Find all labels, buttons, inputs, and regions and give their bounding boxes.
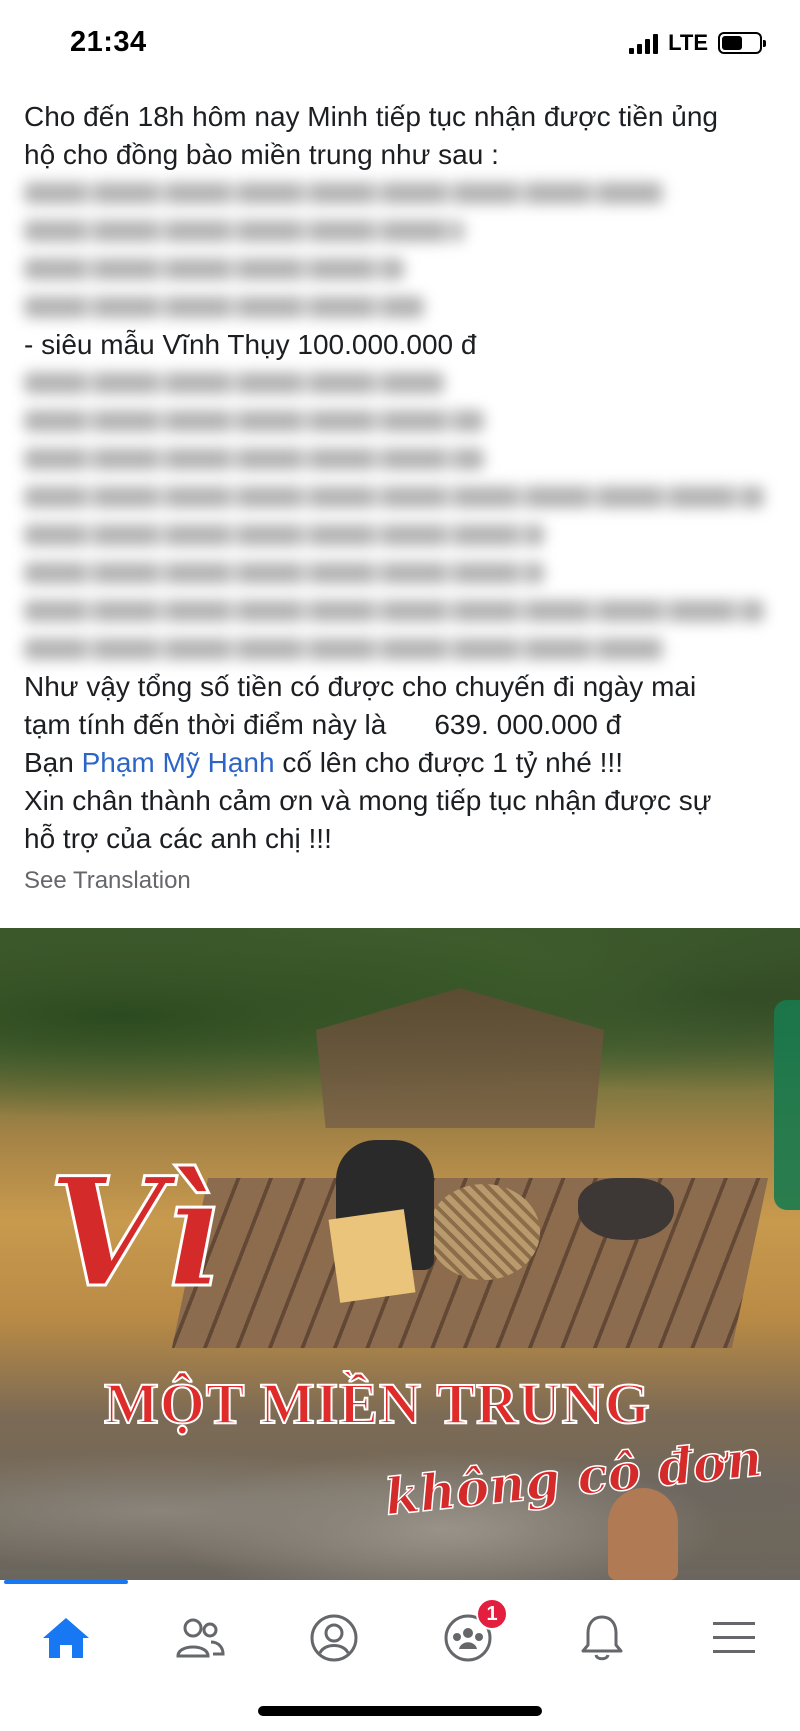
- blurred-donation-line: [24, 364, 784, 402]
- mention-link[interactable]: Phạm Mỹ Hạnh: [82, 747, 275, 778]
- home-indicator[interactable]: [258, 1706, 542, 1716]
- post-lines: Cho đến 18h hôm nay Minh tiếp tục nhận đ…: [24, 98, 784, 668]
- blurred-text: [24, 600, 764, 622]
- nav-home[interactable]: [26, 1608, 106, 1668]
- post-line: hộ cho đồng bào miền trung như sau :: [24, 139, 499, 170]
- blurred-donation-line: [24, 516, 784, 554]
- active-tab-indicator: [4, 1580, 128, 1584]
- blurred-text: [24, 296, 424, 318]
- image-title-main: MỘT MIỀN TRUNG: [103, 1370, 651, 1437]
- friends-icon: [176, 1618, 225, 1658]
- blurred-text: [24, 562, 544, 584]
- nav-notifications[interactable]: [562, 1608, 642, 1668]
- home-icon: [43, 1618, 89, 1658]
- total-line-2: tạm tính đến thời điểm này là 639. 000.00…: [24, 706, 784, 744]
- total-amount: 639. 000.000 đ: [434, 709, 622, 740]
- thanks-line-1: Xin chân thành cảm ơn và mong tiếp tục n…: [24, 785, 712, 816]
- mention-suffix: cố lên cho được 1 tỷ nhé !!!: [274, 747, 623, 778]
- blurred-donation-line: [24, 592, 784, 630]
- nav-groups[interactable]: 1: [428, 1598, 508, 1668]
- blurred-text: [24, 372, 444, 394]
- blurred-text: [24, 410, 484, 432]
- blurred-text: [24, 182, 664, 204]
- groups-badge: 1: [476, 1598, 508, 1630]
- image-pot: [578, 1178, 674, 1240]
- blurred-donation-line: [24, 288, 784, 326]
- nav-friends[interactable]: [160, 1608, 240, 1668]
- mention-line: Bạn Phạm Mỹ Hạnh cố lên cho được 1 tỷ nh…: [24, 744, 784, 782]
- notifications-icon: [581, 1615, 623, 1661]
- blurred-donation-line: [24, 554, 784, 592]
- blurred-donation-line: [24, 212, 784, 250]
- signal-icon: [629, 32, 659, 54]
- network-type: LTE: [668, 30, 708, 55]
- blurred-text: [24, 524, 544, 546]
- profile-icon: [310, 1614, 358, 1662]
- total-line-2-prefix: tạm tính đến thời điểm này là: [24, 709, 387, 740]
- blurred-text: [24, 486, 764, 508]
- blurred-donation-line: [24, 478, 784, 516]
- blurred-donation-line: [24, 250, 784, 288]
- blurred-donation-line: [24, 630, 784, 668]
- post-body: Cho đến 18h hôm nay Minh tiếp tục nhận đ…: [24, 98, 784, 896]
- image-basket: [428, 1184, 540, 1280]
- status-bar: 21:34 LTE: [0, 0, 800, 86]
- status-indicators: LTE: [629, 30, 766, 56]
- image-box: [328, 1209, 416, 1303]
- nav-menu[interactable]: [694, 1608, 774, 1668]
- post-image[interactable]: Vì MỘT MIỀN TRUNG không cô đơn: [0, 928, 800, 1580]
- blurred-donation-line: [24, 402, 784, 440]
- scroll-thumb: [774, 1000, 800, 1210]
- blurred-text: [24, 638, 664, 660]
- status-time: 21:34: [70, 26, 147, 58]
- thanks-line-2: hỗ trợ của các anh chị !!!: [24, 823, 332, 854]
- blurred-text: [24, 448, 484, 470]
- blurred-text: [24, 220, 464, 242]
- nav-profile[interactable]: [294, 1608, 374, 1668]
- image-title-script: Vì: [46, 1145, 222, 1321]
- blurred-text: [24, 258, 404, 280]
- post-line: Cho đến 18h hôm nay Minh tiếp tục nhận đ…: [24, 101, 718, 132]
- post-line: - siêu mẫu Vĩnh Thụy 100.000.000 đ: [24, 329, 477, 360]
- see-translation-link[interactable]: See Translation: [24, 862, 784, 896]
- battery-icon: [718, 32, 766, 54]
- mention-prefix: Bạn: [24, 747, 82, 778]
- menu-icon: [713, 1622, 755, 1653]
- total-line-1: Như vậy tổng số tiền có được cho chuyến …: [24, 671, 697, 702]
- blurred-donation-line: [24, 440, 784, 478]
- blurred-donation-line: [24, 174, 784, 212]
